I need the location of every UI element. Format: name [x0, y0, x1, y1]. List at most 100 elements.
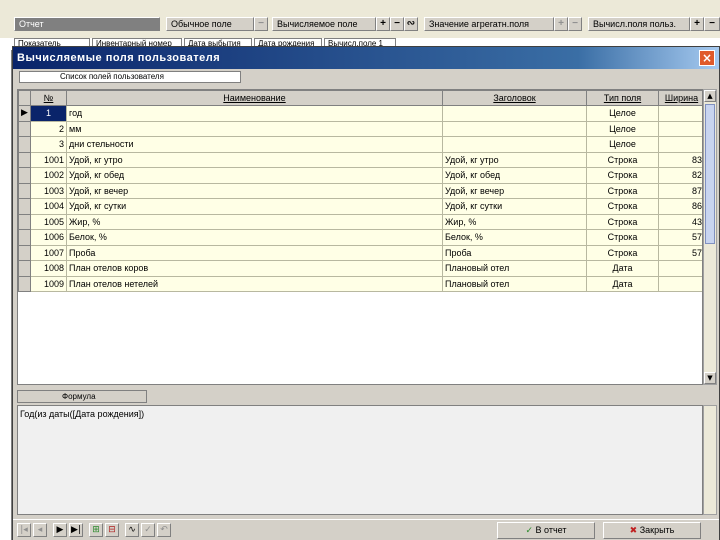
- cell-number[interactable]: 1001: [30, 151, 67, 168]
- next-record-icon[interactable]: ▶: [53, 523, 67, 537]
- calc-field-remove-button[interactable]: −: [390, 17, 404, 31]
- table-row[interactable]: 1008 План отелов коров Плановый отел Дата: [18, 260, 702, 277]
- aggregate-add-button[interactable]: +: [554, 17, 568, 31]
- row-indicator[interactable]: [18, 151, 31, 168]
- cell-name[interactable]: Удой, кг сутки: [66, 198, 443, 215]
- normal-field-segment[interactable]: Обычное поле: [166, 17, 254, 31]
- row-indicator[interactable]: [18, 120, 31, 137]
- table-row[interactable]: 1001 Удой, кг утро Удой, кг утро Строка 83: [18, 151, 702, 168]
- cell-width[interactable]: 83: [658, 151, 702, 168]
- cell-number[interactable]: 1004: [30, 198, 67, 215]
- table-row[interactable]: 2 мм Целое: [18, 120, 702, 137]
- cell-name[interactable]: Удой, кг обед: [66, 167, 443, 184]
- row-indicator[interactable]: [18, 275, 31, 292]
- cell-name[interactable]: Удой, кг вечер: [66, 182, 443, 199]
- cell-type[interactable]: Строка: [586, 213, 659, 230]
- cell-width[interactable]: 57: [658, 244, 702, 261]
- row-indicator[interactable]: [18, 167, 31, 184]
- user-field-segment[interactable]: Вычисл.поля польз.: [588, 17, 690, 31]
- row-indicator[interactable]: [18, 244, 31, 261]
- cell-type[interactable]: Строка: [586, 151, 659, 168]
- column-header-width[interactable]: Ширина: [658, 90, 702, 106]
- cell-width[interactable]: [658, 275, 702, 292]
- formula-tab[interactable]: Формула: [17, 390, 147, 403]
- user-field-remove-button[interactable]: −: [704, 17, 720, 31]
- last-record-icon[interactable]: ▶|: [69, 523, 83, 537]
- cell-name[interactable]: Проба: [66, 244, 443, 261]
- calc-field-add-button[interactable]: +: [376, 17, 390, 31]
- row-indicator[interactable]: [18, 213, 31, 230]
- cell-type[interactable]: Целое: [586, 105, 659, 122]
- cell-type[interactable]: Строка: [586, 244, 659, 261]
- formula-vertical-scrollbar[interactable]: [703, 405, 717, 515]
- cell-type[interactable]: Строка: [586, 198, 659, 215]
- row-indicator[interactable]: [18, 182, 31, 199]
- cell-name[interactable]: дни стельности: [66, 136, 443, 153]
- calc-field-link-button[interactable]: ∾: [404, 17, 418, 31]
- insert-record-icon[interactable]: ⊞: [89, 523, 103, 537]
- table-row[interactable]: 1003 Удой, кг вечер Удой, кг вечер Строка 87: [18, 182, 702, 199]
- delete-record-icon[interactable]: ⊟: [105, 523, 119, 537]
- cell-title[interactable]: Удой, кг сутки: [442, 198, 587, 215]
- cell-name[interactable]: Удой, кг утро: [66, 151, 443, 168]
- row-indicator[interactable]: [18, 229, 31, 246]
- cell-number[interactable]: 1005: [30, 213, 67, 230]
- user-field-add-button[interactable]: +: [690, 17, 704, 31]
- cell-title[interactable]: [442, 105, 587, 122]
- table-row[interactable]: 1007 Проба Проба Строка 57: [18, 244, 702, 261]
- column-header-type[interactable]: Тип поля: [586, 90, 659, 106]
- scroll-thumb[interactable]: [705, 104, 715, 244]
- table-row[interactable]: 1006 Белок, % Белок, % Строка 57: [18, 229, 702, 246]
- table-row[interactable]: 1004 Удой, кг сутки Удой, кг сутки Строка 86: [18, 198, 702, 215]
- cell-number[interactable]: 2: [30, 120, 67, 137]
- row-indicator[interactable]: [18, 198, 31, 215]
- cell-title[interactable]: Жир, %: [442, 213, 587, 230]
- cell-type[interactable]: Дата: [586, 260, 659, 277]
- post-record-icon[interactable]: ✓: [141, 523, 155, 537]
- table-row[interactable]: 1002 Удой, кг обед Удой, кг обед Строка 82: [18, 167, 702, 184]
- cell-number[interactable]: 1: [30, 105, 67, 122]
- table-row[interactable]: 1005 Жир, % Жир, % Строка 43: [18, 213, 702, 230]
- cancel-record-icon[interactable]: ↶: [157, 523, 171, 537]
- cell-title[interactable]: Удой, кг обед: [442, 167, 587, 184]
- formula-input[interactable]: Год(из даты([Дата рождения]): [17, 405, 703, 515]
- cell-number[interactable]: 1009: [30, 275, 67, 292]
- cell-title[interactable]: Белок, %: [442, 229, 587, 246]
- aggregate-remove-button[interactable]: −: [568, 17, 582, 31]
- cell-title[interactable]: Проба: [442, 244, 587, 261]
- first-record-icon[interactable]: |◂: [17, 523, 31, 537]
- cell-name[interactable]: мм: [66, 120, 443, 137]
- cell-width[interactable]: 82: [658, 167, 702, 184]
- cell-name[interactable]: Жир, %: [66, 213, 443, 230]
- cell-width[interactable]: 57: [658, 229, 702, 246]
- cell-type[interactable]: Дата: [586, 275, 659, 292]
- cell-number[interactable]: 3: [30, 136, 67, 153]
- cell-width[interactable]: 43: [658, 213, 702, 230]
- cell-name[interactable]: Белок, %: [66, 229, 443, 246]
- cell-title[interactable]: Плановый отел: [442, 275, 587, 292]
- aggregate-field-segment[interactable]: Значение агрегатн.поля: [424, 17, 554, 31]
- prev-record-icon[interactable]: ◂: [33, 523, 47, 537]
- cell-width[interactable]: 87: [658, 182, 702, 199]
- row-indicator[interactable]: [18, 260, 31, 277]
- current-row-pointer-icon[interactable]: ▶: [18, 105, 31, 122]
- cell-title[interactable]: Плановый отел: [442, 260, 587, 277]
- cell-number[interactable]: 1008: [30, 260, 67, 277]
- cell-type[interactable]: Целое: [586, 120, 659, 137]
- cell-title[interactable]: Удой, кг утро: [442, 151, 587, 168]
- grid-vertical-scrollbar[interactable]: ▲ ▼: [703, 89, 717, 385]
- to-report-button[interactable]: ✓ В отчет: [497, 522, 595, 539]
- table-row[interactable]: ▶ 1 год Целое: [18, 105, 702, 122]
- cell-number[interactable]: 1002: [30, 167, 67, 184]
- column-header-title[interactable]: Заголовок: [442, 90, 587, 106]
- cell-type[interactable]: Строка: [586, 229, 659, 246]
- column-header-number[interactable]: №: [30, 90, 67, 106]
- cell-width[interactable]: 86: [658, 198, 702, 215]
- cell-title[interactable]: [442, 136, 587, 153]
- cell-name[interactable]: год: [66, 105, 443, 122]
- cell-name[interactable]: План отелов коров: [66, 260, 443, 277]
- normal-field-add-button[interactable]: −: [254, 17, 268, 31]
- cell-number[interactable]: 1003: [30, 182, 67, 199]
- scroll-down-icon[interactable]: ▼: [704, 372, 716, 384]
- report-segment[interactable]: Отчет: [14, 17, 160, 31]
